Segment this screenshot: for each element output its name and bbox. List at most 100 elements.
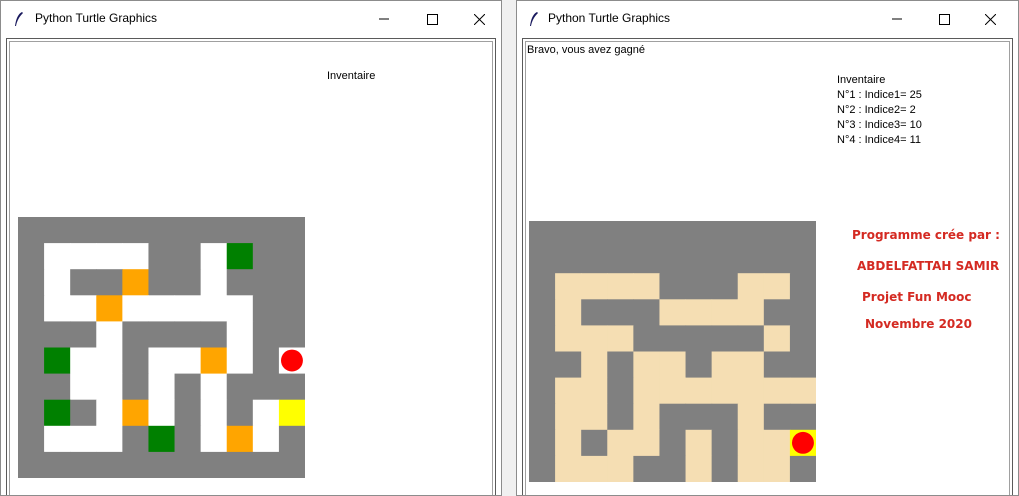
maze-wall (789, 455, 816, 482)
maze-path (581, 403, 608, 431)
maze-wall (44, 217, 71, 244)
maze-wall (200, 451, 228, 478)
maze-wall (555, 247, 582, 274)
maze-wall (226, 373, 254, 401)
maze-wall (555, 351, 582, 379)
maze-path (685, 299, 713, 326)
close-button[interactable] (967, 1, 1013, 37)
maze-wall (711, 273, 739, 300)
maze (18, 217, 305, 478)
maze-path (148, 399, 176, 427)
close-button[interactable] (456, 1, 502, 37)
maximize-button[interactable] (409, 1, 455, 37)
maze-wall (252, 451, 280, 478)
inventory-title: Inventaire (327, 70, 376, 82)
close-icon (984, 13, 996, 25)
maze-wall (763, 403, 791, 431)
maze-path (122, 243, 149, 270)
maze-wall (763, 221, 791, 248)
maze-path (96, 425, 123, 453)
maze-wall (148, 269, 176, 296)
maze-path (200, 243, 228, 270)
title-bar[interactable]: Python Turtle Graphics (517, 1, 1018, 37)
maze-wall (18, 347, 45, 375)
maze-path (581, 351, 608, 379)
maze-wall (763, 351, 791, 379)
maze-wall (607, 351, 634, 379)
maze-wall (226, 269, 254, 296)
maze-path (633, 429, 660, 457)
maze-wall (659, 403, 687, 431)
credit-author: ABDELFATTAH SAMIR (857, 259, 1000, 273)
maze-wall (226, 399, 254, 427)
maze-wall (789, 273, 816, 300)
maze-path (555, 429, 582, 457)
maze-wall (789, 299, 816, 326)
maze-path (252, 425, 280, 453)
maximize-button[interactable] (921, 1, 967, 37)
maze-path (737, 351, 765, 379)
maze-wall (789, 403, 816, 431)
title-bar[interactable]: Python Turtle Graphics (1, 1, 501, 37)
maze-wall (789, 325, 816, 352)
maze-wall (148, 243, 176, 270)
maze-wall (685, 273, 713, 300)
maze-item-green (148, 425, 176, 453)
maze-wall (148, 217, 176, 244)
minimize-button[interactable] (361, 1, 407, 37)
maze-path (148, 373, 176, 401)
maze-path (122, 295, 149, 322)
maze-wall (659, 221, 687, 248)
maze-wall (685, 351, 713, 379)
maze-wall (122, 373, 149, 401)
maze-wall (529, 247, 556, 274)
maze-path (70, 373, 97, 401)
maze-wall (252, 269, 280, 296)
maze-path (555, 455, 582, 482)
maze-path (633, 403, 660, 431)
maze-wall (581, 221, 608, 248)
maze-wall (70, 321, 97, 348)
maze-wall (278, 321, 305, 348)
maze-path (226, 347, 254, 375)
maze-wall (529, 221, 556, 248)
credit-project: Projet Fun Mooc (862, 290, 972, 304)
maze-wall (659, 273, 687, 300)
maze-wall (18, 295, 45, 322)
maze-item-green (44, 347, 71, 375)
maze-wall (226, 217, 254, 244)
maze-wall (737, 221, 765, 248)
maze-path (44, 269, 71, 296)
maze-wall (607, 221, 634, 248)
maze-wall (633, 299, 660, 326)
maze-wall (278, 425, 305, 453)
maze-path (70, 425, 97, 453)
maze-wall (18, 373, 45, 401)
maze-wall (659, 325, 687, 352)
minimize-icon (379, 18, 389, 20)
maze-wall (763, 299, 791, 326)
maze-wall (96, 451, 123, 478)
inventory-item: N°2 : Indice2= 2 (837, 104, 916, 116)
maze-path (737, 299, 765, 326)
maze-wall (581, 429, 608, 457)
win-message: Bravo, vous avez gagné (527, 44, 646, 56)
maze-item-orange (200, 347, 228, 375)
maze-path (555, 273, 582, 300)
maze-wall (659, 429, 687, 457)
credit-line: Programme crée par : (852, 228, 1000, 242)
turtle-window-2: Python Turtle Graphics Bravo, vous avez … (516, 0, 1019, 496)
maze-path (200, 399, 228, 427)
maze-path (200, 295, 228, 322)
maze-wall (529, 403, 556, 431)
maze-wall (278, 295, 305, 322)
maze-path (148, 295, 176, 322)
maze-wall (737, 325, 765, 352)
minimize-button[interactable] (874, 1, 920, 37)
maze-wall (685, 221, 713, 248)
maze-wall (148, 451, 176, 478)
maze-wall (685, 325, 713, 352)
maze-wall (789, 351, 816, 379)
maze-path (96, 399, 123, 427)
maze-path (226, 295, 254, 322)
